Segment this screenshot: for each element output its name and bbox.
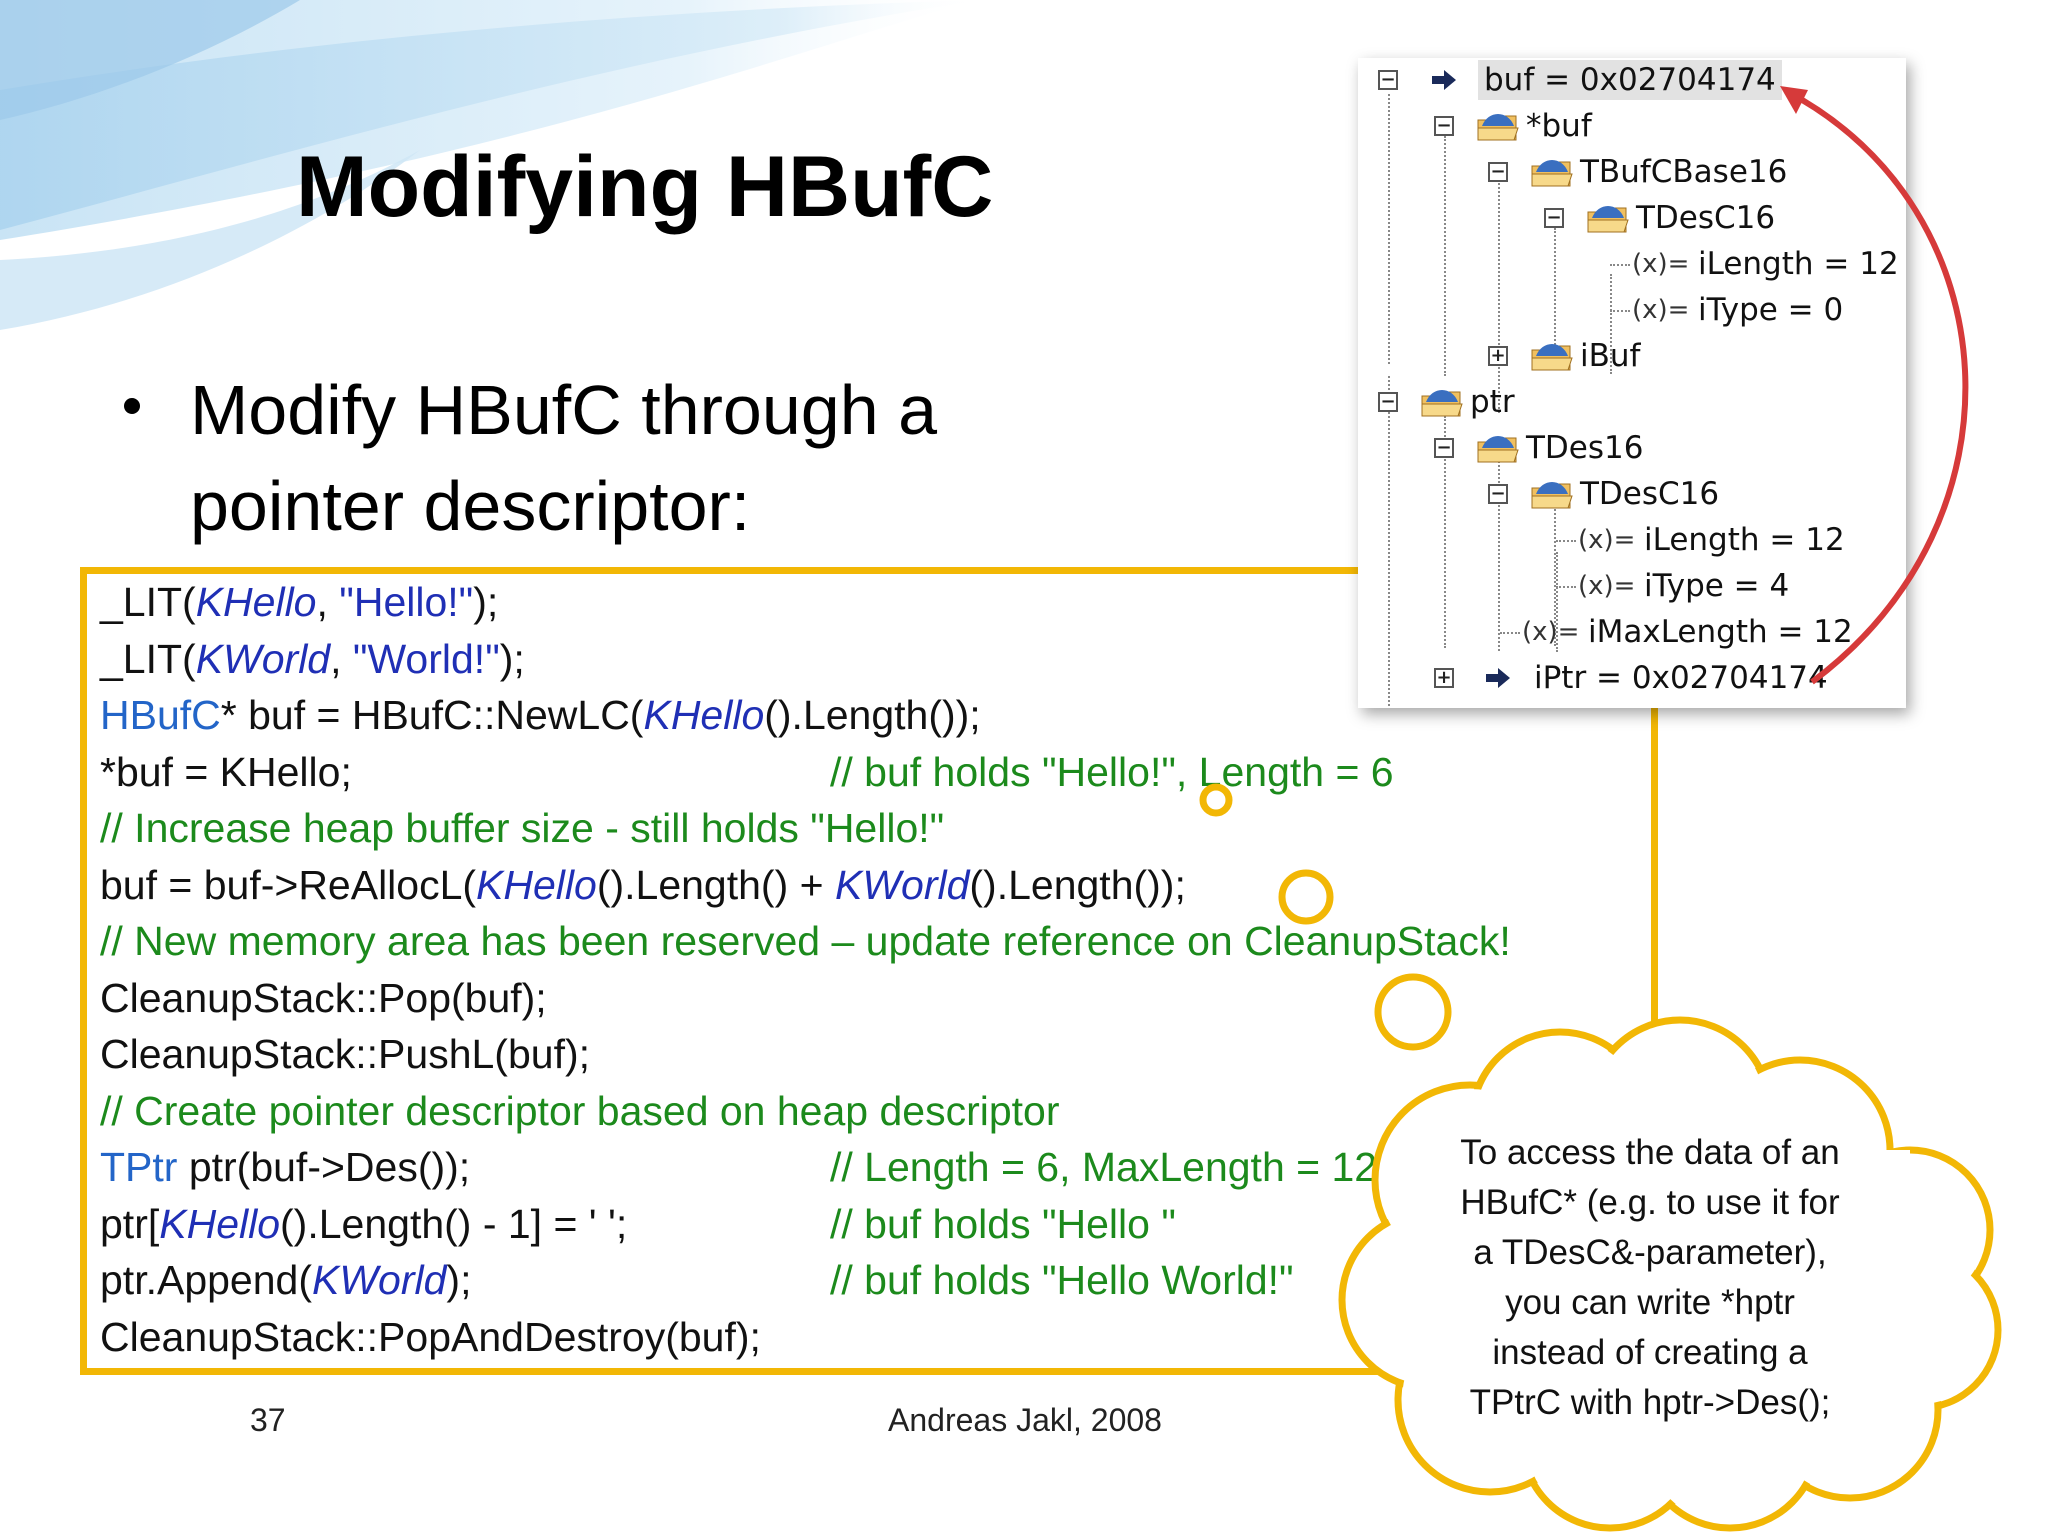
code-line: buf = buf->ReAllocL(KHello().Length() + … [100,861,1186,908]
tree-label: iMaxLength = 12 [1588,614,1853,650]
code-comment: // Length = 6, MaxLength = 12 [830,1144,1378,1190]
tree-row[interactable]: − *buf [1358,106,1906,146]
expand-toggle[interactable]: + [1434,668,1454,688]
debugger-variables-panel: − buf = 0x02704174 − *buf − TBufCBase16 … [1358,58,1906,708]
tree-row[interactable]: − TBufCBase16 [1358,152,1906,192]
collapse-toggle[interactable]: − [1544,208,1564,228]
code-line: CleanupStack::Pop(buf); [100,974,547,1021]
code-line: CleanupStack::PopAndDestroy(buf); [100,1313,761,1360]
folder-icon [1587,206,1629,233]
bullet-marker [124,398,140,414]
variable-icon: (x)= [1632,249,1690,279]
tree-row[interactable]: − TDesC16 [1358,474,1906,514]
tree-label: iPtr = 0x02704174 [1534,660,1828,696]
collapse-toggle[interactable]: − [1434,438,1454,458]
tree-label: *buf [1526,108,1592,144]
code-comment: // buf holds "Hello " [830,1200,1176,1247]
callout-line: To access the data of an [1460,1133,1840,1172]
tree-label: iBuf [1580,338,1641,374]
collapse-toggle[interactable]: − [1434,116,1454,136]
tree-label: TDesC16 [1580,476,1720,512]
tree-row[interactable]: + iBuf [1358,336,1906,376]
folder-icon [1421,390,1463,417]
callout-line: TPtrC with hptr->Des(); [1469,1383,1831,1422]
tree-row-buf[interactable]: − buf = 0x02704174 [1358,60,1906,100]
collapse-toggle[interactable]: − [1488,162,1508,182]
tree-row[interactable]: (x)= iType = 0 [1358,290,1906,330]
code-line: CleanupStack::PushL(buf); [100,1031,590,1077]
code-line: ptr[KHello().Length() - 1] = ' ';// buf … [100,1196,1600,1253]
footer-author: Andreas Jakl, 2008 [888,1402,1162,1438]
folder-icon [1531,482,1573,509]
code-comment: // buf holds "Hello World!" [830,1257,1294,1303]
code-line: *buf = KHello;// buf holds "Hello!", Len… [100,744,1600,801]
code-comment-line: // New memory area has been reserved – u… [100,918,1511,964]
tree-label: buf = 0x02704174 [1478,60,1782,100]
tree-label: iType = 0 [1698,292,1844,328]
folder-icon [1531,160,1573,187]
tree-label: TDes16 [1526,430,1644,466]
tree-row[interactable]: (x)= iLength = 12 [1358,520,1906,560]
tree-label: ptr [1470,384,1515,420]
variable-icon: (x)= [1578,525,1636,555]
collapse-toggle[interactable]: − [1378,392,1398,412]
variable-icon: (x)= [1632,295,1690,325]
tree-row-iptr[interactable]: + iPtr = 0x02704174 [1358,658,1906,698]
page-number: 37 [250,1402,286,1438]
variable-icon: (x)= [1578,571,1636,601]
variable-icon: (x)= [1522,617,1580,647]
tree-row[interactable]: (x)= iType = 4 [1358,566,1906,606]
tree-row-ptr[interactable]: − ptr [1358,382,1906,422]
slide-title: Modifying HBufC [296,139,994,235]
code-comment-line: // Increase heap buffer size - still hol… [100,805,945,851]
code-comment: // buf holds "Hello!", Length = 6 [830,748,1394,795]
bullet-text: Modify HBufC through a pointer descripto… [190,371,938,545]
arrow-icon [1432,70,1456,90]
code-line: TPtr ptr(buf->Des());// Length = 6, MaxL… [100,1139,1600,1196]
tree-row[interactable]: − TDes16 [1358,428,1906,468]
callout-line: you can write *hptr [1505,1283,1795,1322]
callout-line: a TDesC&-parameter), [1473,1233,1827,1272]
callout-text: To access the data of an HBufC* (e.g. to… [1420,1128,1880,1428]
tree-label: iLength = 12 [1644,522,1845,558]
folder-icon [1477,436,1519,463]
tree-label: TBufCBase16 [1580,154,1788,190]
tree-row[interactable]: − TDesC16 [1358,198,1906,238]
collapse-toggle[interactable]: − [1488,484,1508,504]
callout-line: instead of creating a [1492,1333,1808,1372]
arrow-icon [1486,668,1510,688]
code-line: ptr.Append(KWorld);// buf holds "Hello W… [100,1252,1600,1309]
code-comment-line: // Create pointer descriptor based on he… [100,1087,1060,1134]
tree-row[interactable]: (x)= iMaxLength = 12 [1358,612,1906,652]
collapse-toggle[interactable]: − [1378,70,1398,90]
callout-line: HBufC* (e.g. to use it for [1460,1183,1840,1222]
tree-label: iType = 4 [1644,568,1790,604]
expand-toggle[interactable]: + [1488,346,1508,366]
folder-icon [1477,114,1519,141]
folder-icon [1531,344,1573,371]
tree-row[interactable]: (x)= iLength = 12 [1358,244,1906,284]
tree-label: TDesC16 [1636,200,1776,236]
tree-label: iLength = 12 [1698,246,1899,282]
